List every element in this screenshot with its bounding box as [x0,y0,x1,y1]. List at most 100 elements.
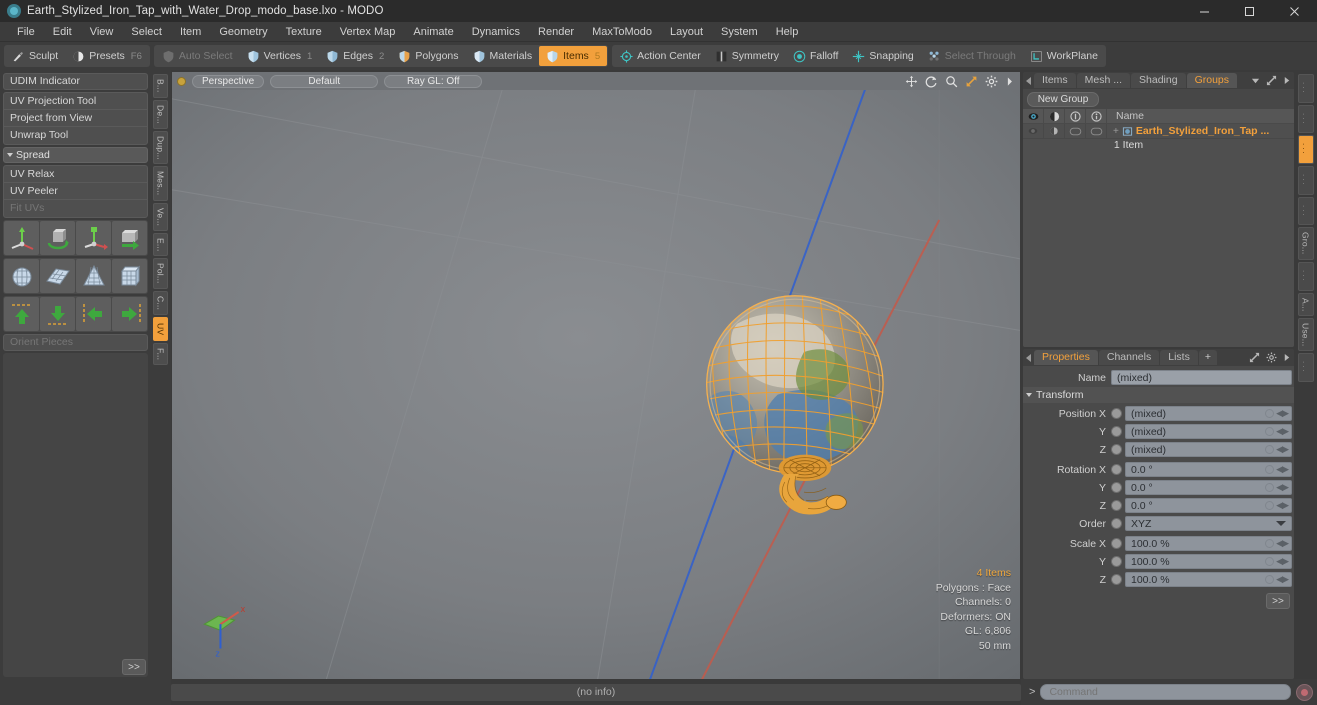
vtab-duplicate[interactable]: Dup... [153,130,168,165]
orient-pieces-row[interactable]: Orient Pieces [3,334,148,351]
unwrap-tool-item[interactable]: Unwrap Tool [4,127,147,144]
tab-lists[interactable]: Lists [1160,350,1198,365]
panel-expand-icon[interactable] [1266,75,1277,86]
panel-settings-icon[interactable] [1266,352,1277,363]
command-input[interactable] [1040,684,1291,700]
snapping-button[interactable]: Snapping [845,46,920,66]
rvtab-10[interactable]: ... [1297,353,1314,383]
viewport-settings-icon[interactable] [985,75,998,88]
rvtab-2[interactable]: ... [1297,104,1314,134]
rotation-y-field[interactable]: 0.0 ° ◀▶ [1125,480,1292,495]
lock-icon[interactable] [1065,108,1086,124]
project-from-view-item[interactable]: Project from View [4,110,147,127]
maximize-icon[interactable] [1227,0,1272,22]
eye-icon[interactable] [1023,108,1044,124]
row-render-toggle[interactable] [1044,124,1065,139]
spread-section-header[interactable]: Spread [3,147,148,163]
viewport-shading-button[interactable]: Default [270,74,379,88]
position-y-field[interactable]: (mixed) ◀▶ [1125,424,1292,439]
vtab-fur[interactable]: F... [153,343,168,366]
vtab-deform[interactable]: De... [153,99,168,129]
fit-view-icon[interactable] [965,75,978,88]
rvtab-5[interactable]: ... [1297,196,1314,226]
viewport-more-icon[interactable] [1005,75,1014,88]
panel-more-icon[interactable] [1283,75,1291,86]
uv-sphere-map-icon[interactable] [4,259,39,293]
uv-box-map-icon[interactable] [112,259,147,293]
polygons-button[interactable]: Polygons [391,46,465,66]
tab-items[interactable]: Items [1034,73,1076,88]
rvtab-3-active[interactable]: ... [1297,135,1314,165]
select-through-button[interactable]: Select Through [921,46,1023,66]
left-panel-more-button[interactable]: >> [122,659,146,675]
vtab-polygon[interactable]: Pol... [153,258,168,289]
tab-dropdown-icon[interactable] [1251,76,1260,85]
uv-align-right-icon[interactable] [112,297,147,331]
viewport-active-dot-icon[interactable] [177,76,186,86]
uv-align-up-icon[interactable] [4,297,39,331]
vtab-mesh[interactable]: Mes... [153,166,168,201]
vertices-button[interactable]: Vertices 1 [240,46,320,66]
uv-rotate-cube-icon[interactable] [40,221,75,255]
transform-section-header[interactable]: Transform [1023,387,1294,403]
rotation-x-knob[interactable] [1111,464,1122,475]
uv-relax-item[interactable]: UV Relax [4,166,147,183]
menu-animate[interactable]: Animate [404,22,462,42]
items-button[interactable]: Items 5 [539,46,608,66]
tab-channels[interactable]: Channels [1098,350,1160,365]
rotation-z-field[interactable]: 0.0 ° ◀▶ [1125,498,1292,513]
info-icon[interactable] [1086,108,1107,124]
falloff-button[interactable]: Falloff [786,46,845,66]
rvtab-user[interactable]: Use... [1297,318,1314,352]
tab-mesh[interactable]: Mesh ... [1076,73,1131,88]
position-z-field[interactable]: (mixed) ◀▶ [1125,442,1292,457]
uv-align-left-icon[interactable] [76,297,111,331]
uv-move-axis-icon[interactable] [4,221,39,255]
rotation-z-knob[interactable] [1111,500,1122,511]
rotation-y-knob[interactable] [1111,482,1122,493]
action-center-button[interactable]: Action Center [613,46,708,66]
position-x-knob[interactable] [1111,408,1122,419]
vtab-basic[interactable]: B... [153,74,168,98]
rvtab-a[interactable]: A... [1297,292,1314,317]
position-x-field[interactable]: (mixed) ◀▶ [1125,406,1292,421]
symmetry-button[interactable]: Symmetry [708,46,786,66]
position-z-knob[interactable] [1111,444,1122,455]
groups-list-body[interactable]: + Earth_Stylized_Iron_Tap ... 1 Item [1023,124,1294,347]
properties-more-button[interactable]: >> [1266,593,1290,609]
scale-y-knob[interactable] [1111,556,1122,567]
rotate-icon[interactable] [925,75,938,88]
edges-button[interactable]: Edges 2 [319,46,391,66]
rvtab-1[interactable]: ... [1297,74,1314,103]
tab-groups[interactable]: Groups [1186,73,1238,88]
menu-geometry[interactable]: Geometry [210,22,276,42]
uv-align-down-icon[interactable] [40,297,75,331]
rvtab-groups[interactable]: Gro... [1297,227,1314,260]
auto-select-button[interactable]: Auto Select [155,46,240,66]
menu-system[interactable]: System [712,22,767,42]
uv-peeler-item[interactable]: UV Peeler [4,183,147,200]
record-command-icon[interactable] [1296,683,1313,701]
tab-add[interactable]: + [1198,350,1217,365]
name-field[interactable]: (mixed) [1111,370,1292,385]
scale-z-knob[interactable] [1111,574,1122,585]
table-row[interactable]: + Earth_Stylized_Iron_Tap ... [1023,124,1294,139]
tab-shading[interactable]: Shading [1131,73,1186,88]
materials-button[interactable]: Materials [466,46,540,66]
row-info-toggle[interactable] [1086,124,1107,139]
vtab-curve[interactable]: C... [153,290,168,315]
row-eye-toggle[interactable] [1023,124,1044,139]
uv-projection-tool-item[interactable]: UV Projection Tool [4,93,147,110]
row-expander[interactable]: + [1113,126,1119,137]
menu-edit[interactable]: Edit [44,22,81,42]
order-dropdown[interactable]: XYZ [1125,516,1292,531]
close-icon[interactable] [1272,0,1317,22]
panel-more-icon[interactable] [1283,352,1291,363]
new-group-button[interactable]: New Group [1027,92,1099,107]
menu-texture[interactable]: Texture [277,22,331,42]
scale-z-field[interactable]: 100.0 % ◀▶ [1125,572,1292,587]
uv-plane-map-icon[interactable] [40,259,75,293]
vtab-edge[interactable]: E... [153,232,168,257]
tab-scroll-left-icon[interactable] [1026,76,1031,85]
menu-select[interactable]: Select [122,22,171,42]
